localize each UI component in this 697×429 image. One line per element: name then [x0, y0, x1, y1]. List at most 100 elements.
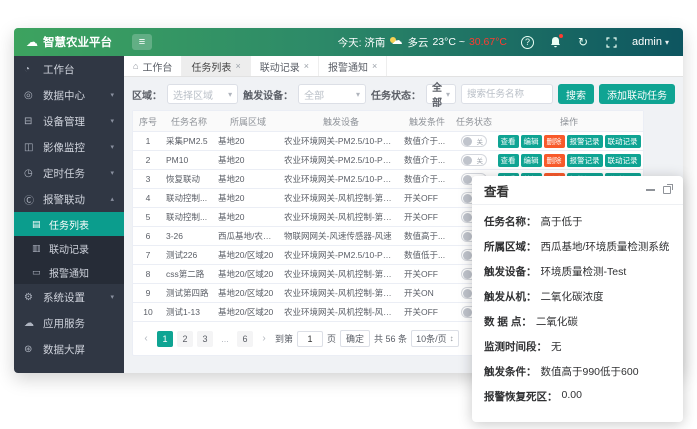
sidebar-subitem-linkage-records[interactable]: ▥ 联动记录	[14, 236, 124, 260]
sidebar-item-alarm-linkage[interactable]: Ⓒ 报警联动 ▴	[14, 186, 124, 212]
region-select-value: 选择区域	[173, 87, 213, 102]
hamburger-icon: ≡	[139, 36, 145, 48]
device-icon: ⊟	[24, 116, 36, 127]
toggle-knob	[463, 194, 472, 203]
tab-workbench[interactable]: ⌂ 工作台	[124, 56, 182, 76]
tab-alarm-notifications[interactable]: 报警通知 ×	[319, 56, 387, 76]
camera-icon: ◫	[24, 142, 36, 153]
chevron-up-icon: ▴	[110, 195, 114, 203]
page-jump-input[interactable]	[297, 331, 323, 347]
sidebar-item-label: 工作台	[43, 62, 75, 77]
tab-task-list[interactable]: 任务列表 ×	[182, 56, 250, 76]
sidebar-item-device-management[interactable]: ⊟ 设备管理 ▾	[14, 108, 124, 134]
app-logo: ☁ 智慧农业平台	[14, 34, 124, 50]
cell-task-name: 测试1-13	[163, 306, 215, 318]
page-size-value: 10条/页	[416, 332, 447, 345]
minimize-icon[interactable]	[646, 189, 655, 191]
cell-trigger-condition: 数值介于...	[401, 154, 453, 166]
detail-field: 触发从机： 二氧化碳浓度	[484, 289, 671, 304]
region-select[interactable]: 选择区域 ▾	[167, 84, 238, 104]
page-number[interactable]: 6	[237, 331, 253, 347]
field-value: 二氧化碳	[536, 314, 578, 329]
edit-button[interactable]: 编辑	[521, 135, 542, 148]
page-size-select[interactable]: 10条/页 ↕	[411, 330, 459, 347]
delete-button[interactable]: 删除	[544, 135, 565, 148]
trigger-device-select[interactable]: 全部 ▾	[298, 84, 366, 104]
page-number[interactable]: 3	[197, 331, 213, 347]
search-button[interactable]: 搜索	[558, 84, 594, 104]
field-value: 无	[551, 339, 562, 354]
sidebar-subitem-alarm-notifications[interactable]: ▭ 报警通知	[14, 260, 124, 284]
sidebar-item-system-settings[interactable]: ⚙ 系统设置 ▾	[14, 284, 124, 310]
sidebar-item-data-center[interactable]: ◎ 数据中心 ▾	[14, 82, 124, 108]
region-filter-label: 区域：	[132, 87, 162, 102]
delete-button[interactable]: 删除	[544, 154, 565, 167]
cell-trigger-device: 农业环境网关-风机控制-第四路	[281, 287, 401, 299]
cell-index: 3	[133, 174, 163, 184]
view-button[interactable]: 查看	[498, 154, 519, 167]
toggle-knob	[463, 270, 472, 279]
jump-confirm-button[interactable]: 确定	[340, 330, 370, 347]
page-number[interactable]: 1	[157, 331, 173, 347]
gear-icon: ⚙	[24, 292, 36, 303]
detail-field: 触发设备： 环境质量检测-Test	[484, 264, 671, 279]
field-label: 数 据 点：	[484, 314, 532, 329]
sidebar-item-app-services[interactable]: ☁ 应用服务	[14, 310, 124, 336]
data-center-icon: ◎	[24, 90, 36, 101]
cell-trigger-device: 农业环境网关-风机控制-第二路	[281, 211, 401, 223]
edit-button[interactable]: 编辑	[521, 154, 542, 167]
prev-page-icon[interactable]: ‹	[139, 331, 153, 347]
jump-prefix-label: 到第	[275, 332, 293, 345]
column-header: 操作	[495, 115, 643, 128]
temp-high: 30.67°C	[469, 36, 507, 48]
field-label: 触发设备：	[484, 264, 537, 279]
cell-trigger-device: 农业环境网关-PM2.5/10-PM2.5	[281, 173, 401, 185]
linkage-records-button[interactable]: 联动记录	[605, 154, 641, 167]
sidebar-item-workbench[interactable]: ◔ 工作台	[14, 56, 124, 82]
maximize-icon[interactable]	[663, 186, 671, 194]
task-status-toggle[interactable]: 关	[461, 135, 487, 147]
alarm-records-button[interactable]: 报警记录	[567, 154, 603, 167]
sidebar-item-video-monitor[interactable]: ◫ 影像监控 ▾	[14, 134, 124, 160]
cell-task-name: 测试第四路	[163, 287, 215, 299]
sidebar-subitem-label: 报警通知	[49, 265, 89, 280]
fullscreen-icon[interactable]	[604, 35, 618, 49]
help-icon[interactable]: ?	[521, 36, 534, 49]
notification-bell-icon[interactable]	[548, 35, 562, 49]
page-number[interactable]: 2	[177, 331, 193, 347]
sidebar-item-label: 影像监控	[43, 140, 85, 155]
alarm-records-button[interactable]: 报警记录	[567, 135, 603, 148]
cell-task-name: 测试226	[163, 249, 215, 261]
next-page-icon[interactable]: ›	[257, 331, 271, 347]
add-linkage-task-button[interactable]: 添加联动任务	[599, 84, 675, 104]
toggle-knob	[463, 156, 472, 165]
search-input[interactable]	[461, 84, 553, 104]
toggle-off-label: 关	[477, 136, 484, 146]
linkage-records-button[interactable]: 联动记录	[605, 135, 641, 148]
close-icon[interactable]: ×	[372, 61, 377, 71]
sidebar-collapse-button[interactable]: ≡	[132, 34, 152, 50]
tab-linkage-records[interactable]: 联动记录 ×	[251, 56, 319, 76]
clock-icon: ◷	[24, 168, 36, 179]
cell-trigger-device: 农业环境网关-风机控制-风机控制	[281, 306, 401, 318]
cell-region: 基地20	[215, 192, 281, 204]
sidebar-item-scheduled-tasks[interactable]: ◷ 定时任务 ▾	[14, 160, 124, 186]
cell-region: 基地20	[215, 173, 281, 185]
task-status-toggle[interactable]: 关	[461, 154, 487, 166]
top-header: ☁ 智慧农业平台 ≡ 今天: 济南 ☁ 多云 23°C ~ 30.67°C ? …	[14, 28, 683, 56]
cell-trigger-condition: 数值介于...	[401, 173, 453, 185]
tab-label: 工作台	[142, 59, 172, 74]
user-menu[interactable]: admin ▾	[632, 36, 669, 48]
view-button[interactable]: 查看	[498, 135, 519, 148]
close-icon[interactable]: ×	[235, 61, 240, 71]
cell-task-name: css第二路	[163, 268, 215, 280]
sidebar-item-data-screen[interactable]: ⊛ 数据大屏	[14, 336, 124, 362]
close-icon[interactable]: ×	[304, 61, 309, 71]
field-value: 西瓜基地/环境质量检测系统	[541, 239, 670, 254]
task-status-select[interactable]: 全部 ▾	[426, 84, 456, 104]
refresh-icon[interactable]: ↻	[576, 35, 590, 49]
cell-task-name: 联动控制...	[163, 211, 215, 223]
sidebar-subitem-task-list[interactable]: ▤ 任务列表	[14, 212, 124, 236]
cell-task-name: PM10	[163, 155, 215, 165]
temp-range: 23°C ~	[432, 36, 465, 48]
